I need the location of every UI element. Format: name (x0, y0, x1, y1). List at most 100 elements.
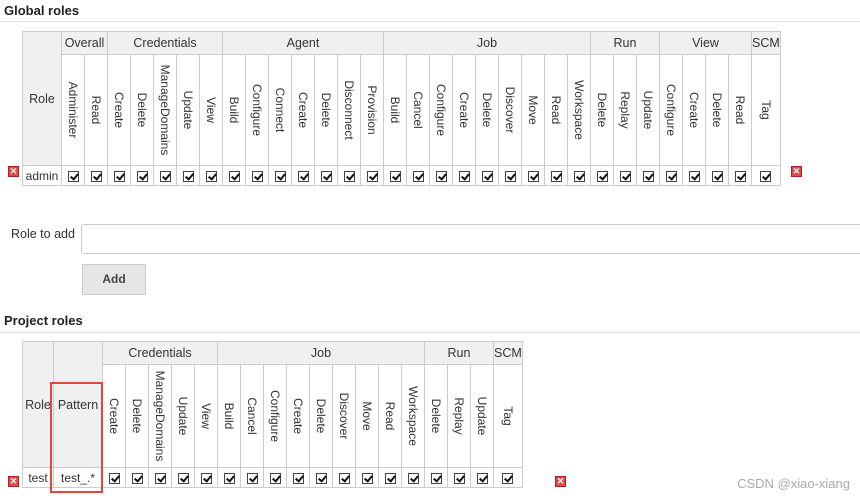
permission-checkbox[interactable] (760, 170, 772, 182)
permission-checkbox[interactable] (458, 170, 470, 182)
permission-cell (360, 165, 384, 186)
permission-checkbox[interactable] (502, 472, 514, 484)
permission-checkbox[interactable] (154, 472, 166, 484)
permission-checkbox[interactable] (596, 170, 608, 182)
permission-checkbox[interactable] (550, 170, 562, 182)
permission-checkbox[interactable] (108, 472, 120, 484)
permission-checkbox[interactable] (338, 472, 350, 484)
permission-checkbox[interactable] (642, 170, 654, 182)
permission-checkbox[interactable] (297, 170, 309, 182)
permission-checkbox[interactable] (481, 170, 493, 182)
permission-label: Create (687, 91, 701, 129)
permission-cell (498, 165, 522, 186)
permission-checkbox[interactable] (734, 170, 746, 182)
permission-checkbox[interactable] (223, 472, 235, 484)
permission-checkbox[interactable] (159, 170, 171, 182)
delete-x-icon[interactable]: ✕ (791, 166, 802, 177)
permission-checkbox[interactable] (435, 170, 447, 182)
permission-cell (84, 165, 108, 186)
permission-label: Update (475, 396, 489, 436)
permission-label: Build (227, 96, 241, 124)
permission-checkbox[interactable] (389, 170, 401, 182)
delete-x-icon[interactable]: ✕ (555, 476, 566, 487)
permission-checkbox[interactable] (251, 170, 263, 182)
permission-header: Move (521, 54, 545, 166)
permission-checkbox[interactable] (269, 472, 281, 484)
permission-checkbox[interactable] (90, 170, 102, 182)
permission-checkbox[interactable] (315, 472, 327, 484)
permission-label: Move (360, 401, 374, 431)
delete-x-icon[interactable]: ✕ (8, 166, 19, 177)
permission-checkbox[interactable] (113, 170, 125, 182)
permission-header: Configure (429, 54, 453, 166)
permission-checkbox[interactable] (246, 472, 258, 484)
permission-checkbox[interactable] (205, 170, 217, 182)
permission-label: Cancel (411, 91, 425, 129)
permission-checkbox[interactable] (343, 170, 355, 182)
permission-checkbox[interactable] (688, 170, 700, 182)
section-divider (0, 332, 860, 333)
project-roles-table: Role Pattern Credentials Job Run SCM Cre… (22, 341, 523, 488)
permission-checkbox[interactable] (407, 472, 419, 484)
permission-label: ManageDomains (158, 64, 172, 156)
permission-cell (424, 467, 448, 488)
permission-cell (401, 467, 425, 488)
permission-checkbox[interactable] (619, 170, 631, 182)
permission-checkbox[interactable] (136, 170, 148, 182)
permission-checkbox[interactable] (412, 170, 424, 182)
permission-checkbox[interactable] (228, 170, 240, 182)
permission-label: Replay (618, 91, 632, 129)
permission-checkbox[interactable] (361, 472, 373, 484)
permission-cell (590, 165, 614, 186)
permission-checkbox[interactable] (504, 170, 516, 182)
permission-label: Read (89, 95, 103, 125)
permission-checkbox[interactable] (292, 472, 304, 484)
permission-cell (475, 165, 499, 186)
permission-cell (337, 165, 361, 186)
permission-cell (286, 467, 310, 488)
permission-cell (153, 165, 177, 186)
permission-checkbox[interactable] (274, 170, 286, 182)
permission-header: Tag (751, 54, 781, 166)
add-role-button[interactable]: Add (82, 264, 146, 295)
permission-header: Update (171, 364, 195, 468)
permission-checkbox[interactable] (476, 472, 488, 484)
role-column-header: Role (22, 31, 62, 166)
group-header-run: Run (424, 341, 494, 365)
permission-checkbox[interactable] (67, 170, 79, 182)
permission-checkbox[interactable] (182, 170, 194, 182)
permission-label: Delete (595, 92, 609, 128)
permission-header: Create (452, 54, 476, 166)
permission-header: View (199, 54, 223, 166)
permission-checkbox[interactable] (573, 170, 585, 182)
role-pattern-value: test_.* (53, 467, 103, 488)
permission-cell (636, 165, 660, 186)
group-header-credentials: Credentials (107, 31, 223, 55)
role-to-add-input[interactable] (81, 224, 860, 254)
permission-cell (613, 165, 637, 186)
permission-cell (194, 467, 218, 488)
group-header-view: View (659, 31, 752, 55)
permission-checkbox[interactable] (665, 170, 677, 182)
permission-checkbox[interactable] (200, 472, 212, 484)
permission-checkbox[interactable] (711, 170, 723, 182)
delete-x-icon[interactable]: ✕ (8, 476, 19, 487)
permission-header: Delete (125, 364, 149, 468)
group-header-scm: SCM (493, 341, 523, 365)
permission-checkbox[interactable] (131, 472, 143, 484)
permission-checkbox[interactable] (453, 472, 465, 484)
permission-cell (130, 165, 154, 186)
permission-label: Configure (250, 83, 264, 137)
permission-checkbox[interactable] (384, 472, 396, 484)
permission-checkbox[interactable] (366, 170, 378, 182)
permission-checkbox[interactable] (430, 472, 442, 484)
permission-header: Read (84, 54, 108, 166)
permission-cell (378, 467, 402, 488)
permission-checkbox[interactable] (177, 472, 189, 484)
permission-header: Delete (705, 54, 729, 166)
permission-checkbox[interactable] (527, 170, 539, 182)
role-name-admin: admin (22, 165, 62, 186)
permission-cell (429, 165, 453, 186)
role-name-test: test (22, 467, 54, 488)
permission-checkbox[interactable] (320, 170, 332, 182)
